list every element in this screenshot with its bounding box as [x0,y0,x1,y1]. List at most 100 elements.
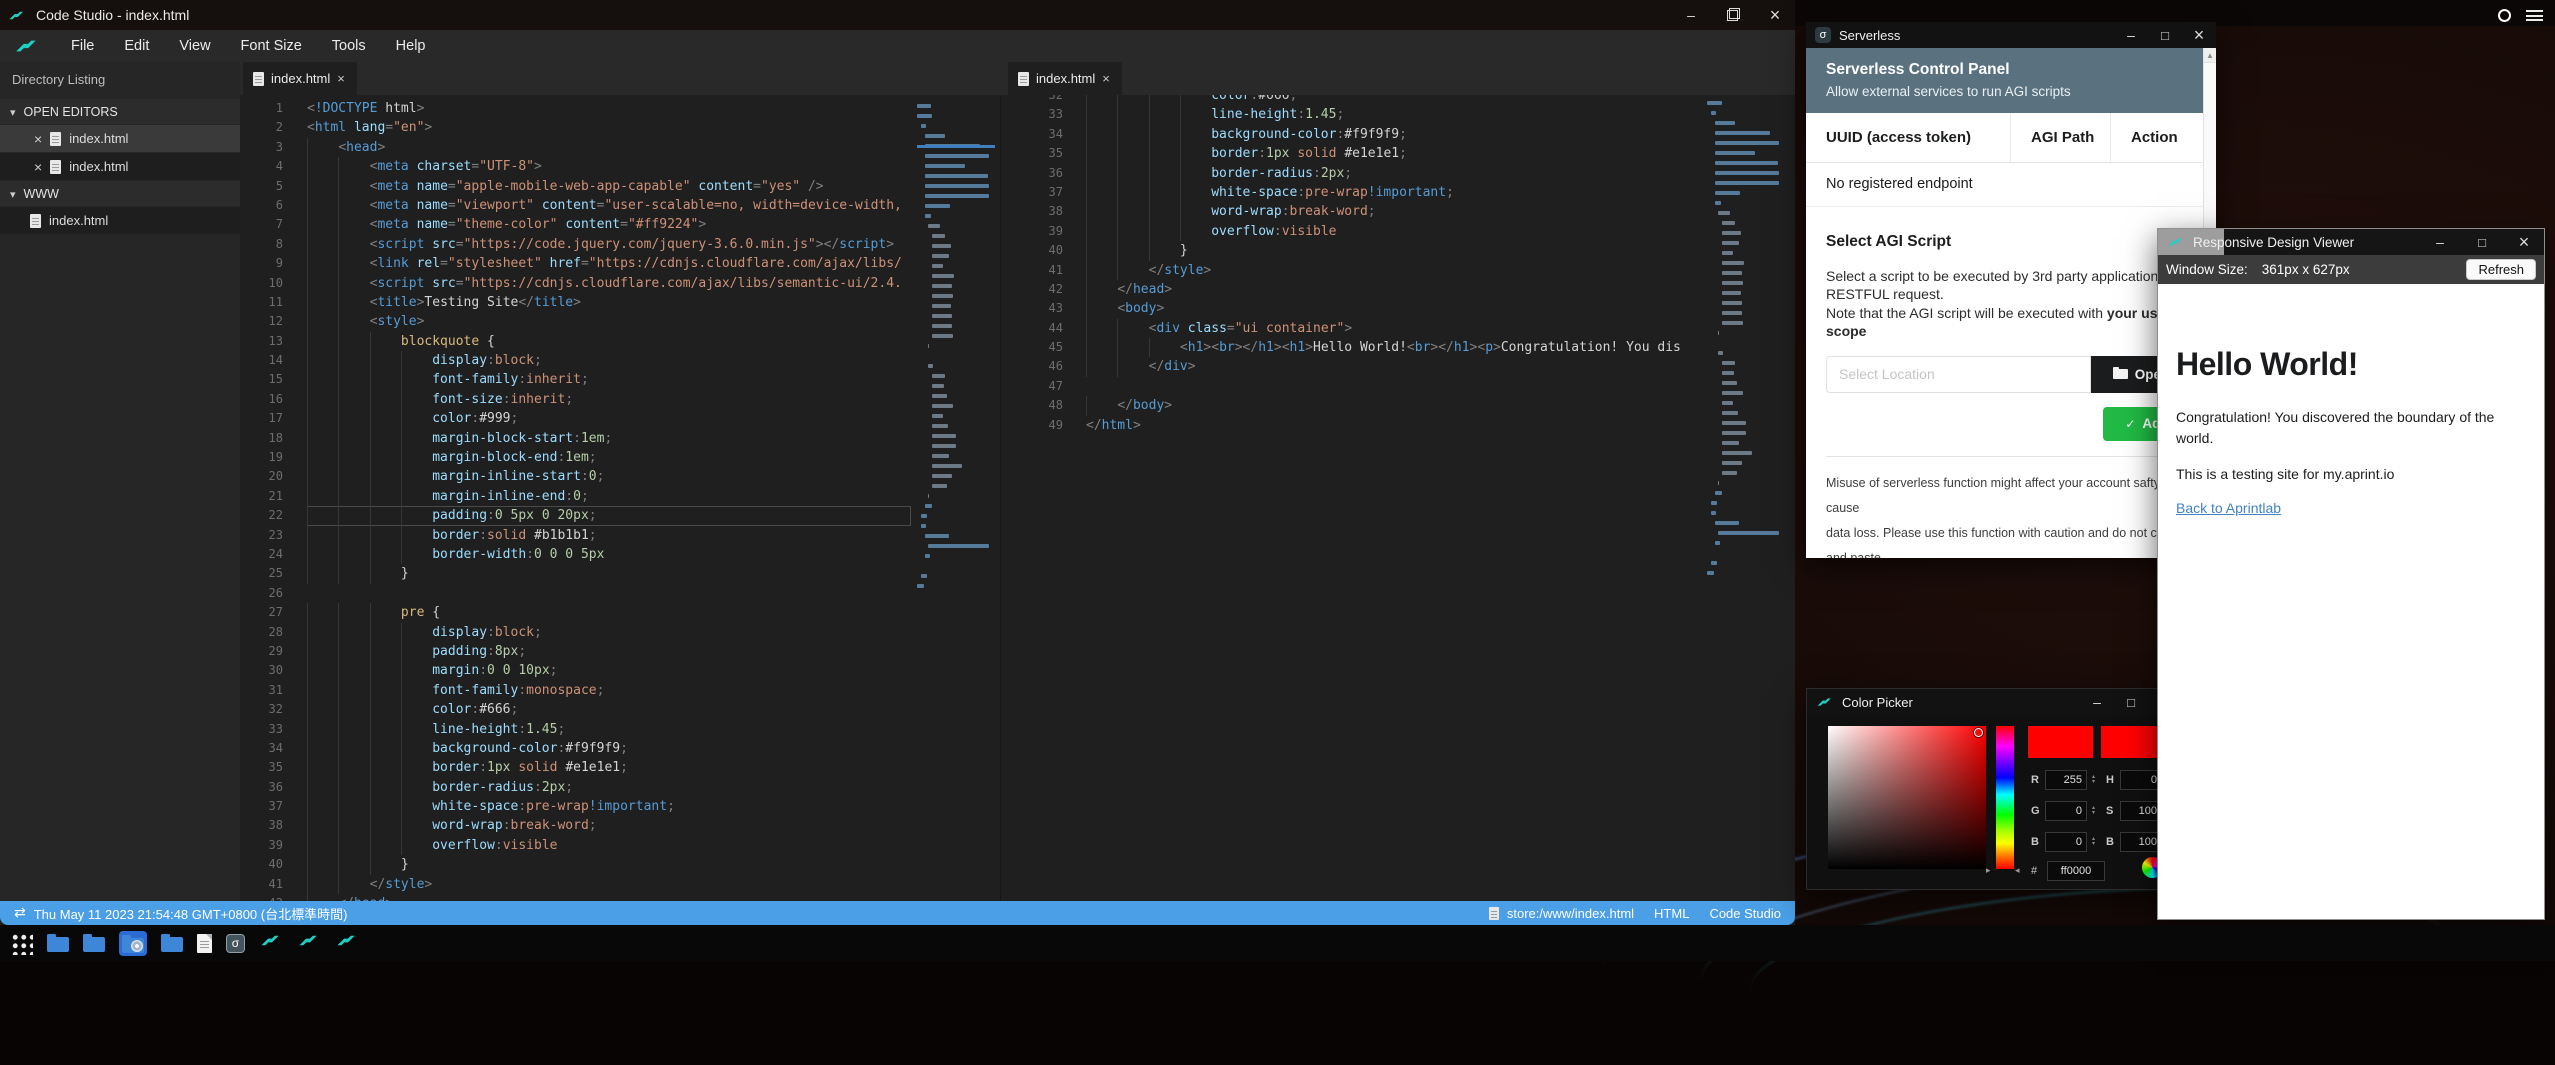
tab-close-icon[interactable] [1102,71,1110,86]
file-icon [50,160,61,174]
code-studio-1-icon[interactable] [259,930,283,956]
tab-close-icon[interactable] [337,71,345,86]
minimap-line [1715,541,1721,545]
code-line: line-height:1.45; [307,720,911,739]
sidebar-item-index.html[interactable]: index.html [0,153,240,180]
folder-2-icon[interactable] [83,937,105,952]
restore-icon[interactable] [1725,7,1741,23]
select-agi-description: Select a script to be executed by 3rd pa… [1826,267,2198,341]
rgb-field-r: R [2031,770,2098,790]
rgb-input-b[interactable] [2045,832,2087,852]
line-number: 37 [240,797,283,816]
close-icon[interactable] [34,159,42,175]
close-icon[interactable] [34,131,42,147]
code-line: <html lang="en"> [307,118,911,137]
line-number: 35 [240,758,283,777]
table-empty-text: No registered endpoint [1806,163,2203,207]
script-location-input[interactable] [1826,356,2091,393]
line-number: 38 [1001,202,1063,221]
minimap-line [1718,351,1723,355]
folder-disc-icon[interactable] [119,931,147,956]
code-line: white-space:pre-wrap!important; [1086,183,1701,202]
code-line: line-height:1.45; [1086,105,1701,124]
code-content[interactable]: <!DOCTYPE html><html lang="en"> <head> <… [307,99,911,901]
serverless-warning: Misuse of serverless function might affe… [1806,457,2206,558]
scroll-up-icon[interactable]: ▲ [2204,48,2216,63]
minimap-line [925,554,931,558]
title-bar[interactable]: Code Studio - index.html [0,0,1795,30]
menu-edit[interactable]: Edit [109,33,164,59]
editor-pane-1[interactable]: 1234567891011121314151617181920212223242… [240,95,1000,901]
saturation-value-area[interactable] [1828,726,1986,869]
stepper-icon[interactable] [2089,775,2098,785]
status-language[interactable]: HTML [1654,906,1689,921]
menu-tools[interactable]: Tools [317,33,381,59]
menu-font-size[interactable]: Font Size [226,33,317,59]
menu-view[interactable]: View [164,33,225,59]
code-line: margin:0 0 10px; [307,661,911,680]
app-launcher-icon[interactable] [10,932,33,955]
close-icon[interactable] [1767,7,1783,23]
column-header-uuid-access-token-: UUID (access token) [1806,113,2011,162]
serverless-title-bar[interactable]: Serverless [1806,22,2216,48]
hsb-input-s[interactable] [2120,801,2162,821]
stepper-icon[interactable] [2089,837,2098,847]
code-line: font-size:inherit; [307,390,911,409]
line-number: 28 [240,623,283,642]
menu-help[interactable]: Help [381,33,441,59]
tab-index-html-pane1[interactable]: index.html [243,62,357,95]
maximize-icon[interactable] [2123,694,2139,710]
status-ring-icon[interactable] [2498,9,2511,22]
minimap-area[interactable] [911,99,1000,901]
minimap-line [1711,561,1718,565]
back-to-aprintlab-link[interactable]: Back to Aprintlab [2176,500,2281,516]
minimap-line [1718,331,1719,335]
close-icon[interactable] [2516,234,2532,250]
close-icon[interactable] [2191,27,2207,43]
maximize-icon[interactable] [2474,234,2490,250]
folder-1-icon[interactable] [47,937,69,952]
serverless-app-icon[interactable] [226,934,245,953]
line-number: 20 [240,467,283,486]
maximize-icon[interactable] [2157,27,2173,43]
color-picker-title-bar[interactable]: Color Picker [1807,689,2195,715]
sidebar-item-index.html[interactable]: index.html [0,125,240,152]
minimize-icon[interactable] [1683,7,1699,23]
hue-slider[interactable] [1996,726,2014,869]
hex-input[interactable] [2047,861,2105,881]
current-color-swatch[interactable] [2028,726,2093,758]
code-line: font-family:monospace; [307,681,911,700]
minimap-line [932,294,953,298]
editor-pane-2[interactable]: 323334353637383940414243444546474849 col… [1000,95,1795,901]
hamburger-menu-icon[interactable] [2526,10,2543,22]
minimap-line [921,124,927,128]
minimize-icon[interactable] [2432,234,2448,250]
tab-index-html-pane2[interactable]: index.html [1008,62,1122,95]
code-content[interactable]: color:#666; line-height:1.45; background… [1086,95,1701,435]
sidebar-item-index.html[interactable]: index.html [0,207,240,234]
select-agi-heading: Select AGI Script [1826,233,2196,251]
hsb-input-b[interactable] [2120,832,2162,852]
rgb-input-r[interactable] [2045,770,2087,790]
minimap-line [1711,111,1717,115]
text-document-icon[interactable] [197,934,212,953]
minimap-line [925,534,950,538]
rgb-input-g[interactable] [2045,801,2087,821]
folder-3-icon[interactable] [161,937,183,952]
sidebar-section-www[interactable]: WWW [0,181,240,206]
minimize-icon[interactable] [2123,27,2139,43]
menu-file[interactable]: File [56,33,109,59]
hsb-input-h[interactable] [2120,770,2162,790]
stepper-icon[interactable] [2089,806,2098,816]
refresh-button[interactable]: Refresh [2466,259,2536,280]
minimap-area[interactable] [1701,95,1795,435]
minimap-line [1722,371,1733,375]
minimize-icon[interactable] [2089,694,2105,710]
line-number: 6 [240,196,283,215]
minimap-line [932,254,949,258]
rdv-title-bar[interactable]: Responsive Design Viewer [2158,229,2544,255]
sv-selector-ring[interactable] [1974,728,1983,737]
code-studio-2-icon[interactable] [297,930,321,956]
code-studio-3-icon[interactable] [335,930,359,956]
sidebar-section-open-editors[interactable]: OPEN EDITORS [0,99,240,124]
